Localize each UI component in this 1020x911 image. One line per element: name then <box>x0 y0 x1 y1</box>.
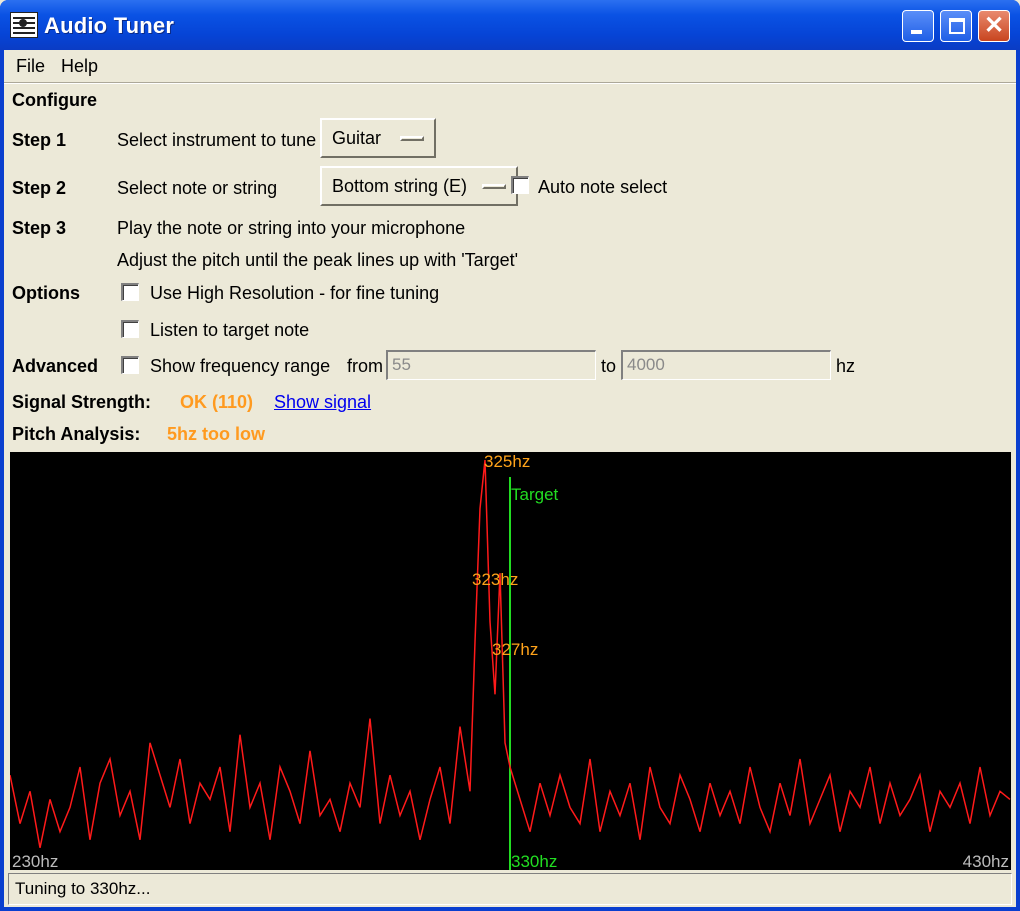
listen-checkbox[interactable] <box>121 320 139 338</box>
to-field[interactable]: 4000 <box>621 350 831 380</box>
status-bar: Tuning to 330hz... <box>8 873 1012 905</box>
maximize-icon <box>949 18 965 34</box>
auto-note-checkbox[interactable] <box>511 176 529 194</box>
signal-strength-label: Signal Strength: <box>12 392 151 412</box>
signal-strength-value: OK (110) <box>180 392 254 412</box>
minimize-button[interactable] <box>902 10 934 42</box>
peak-label-323: 323hz <box>472 570 518 589</box>
note-value: Bottom string (E) <box>332 176 468 196</box>
peak-label-325: 325hz <box>484 452 530 471</box>
from-label: from <box>347 356 383 376</box>
title-bar[interactable]: Audio Tuner ✕ <box>0 0 1020 50</box>
window-title: Audio Tuner <box>44 13 175 38</box>
music-note-icon <box>10 12 38 38</box>
client-area: File Help Configure Step 1 Select instru… <box>4 50 1016 907</box>
status-text: Tuning to 330hz... <box>15 879 151 898</box>
dropdown-bar-icon <box>400 136 424 141</box>
listen-label: Listen to target note <box>150 320 310 340</box>
instrument-value: Guitar <box>332 128 382 148</box>
step2-text: Select note or string <box>117 178 278 198</box>
frequency-graph: 325hz Target 323hz 327hz 230hz 330hz 430hz <box>10 452 1011 870</box>
high-res-label: Use High Resolution - for fine tuning <box>150 283 440 303</box>
show-signal-link[interactable]: Show signal <box>274 392 371 413</box>
app-window: Audio Tuner ✕ File Help Configure Step 1… <box>0 0 1020 911</box>
step1-text: Select instrument to tune <box>117 130 317 150</box>
x-max-label: 430hz <box>963 852 1009 870</box>
target-label: Target <box>511 485 559 504</box>
auto-note-label: Auto note select <box>538 177 668 197</box>
pitch-analysis-value: 5hz too low <box>167 424 265 444</box>
step1-label: Step 1 <box>12 130 67 150</box>
configure-heading: Configure <box>12 90 97 110</box>
advanced-label: Advanced <box>12 356 99 376</box>
step3-text-2: Adjust the pitch until the peak lines up… <box>117 250 519 270</box>
maximize-button[interactable] <box>940 10 972 42</box>
show-range-checkbox[interactable] <box>121 356 139 374</box>
minimize-icon <box>911 30 922 34</box>
dropdown-bar-icon <box>482 184 506 189</box>
menu-separator <box>4 82 1016 84</box>
menu-bar: File Help <box>4 50 1016 80</box>
step2-label: Step 2 <box>12 178 67 198</box>
show-range-label: Show frequency range <box>150 356 331 376</box>
frequency-graph-svg: 325hz Target 323hz 327hz 230hz 330hz 430hz <box>10 452 1011 870</box>
from-field[interactable]: 55 <box>386 350 596 380</box>
close-button[interactable]: ✕ <box>978 10 1010 42</box>
pitch-analysis-label: Pitch Analysis: <box>12 424 141 444</box>
menu-help[interactable]: Help <box>61 56 98 77</box>
step3-text-1: Play the note or string into your microp… <box>117 218 466 238</box>
high-res-checkbox[interactable] <box>121 283 139 301</box>
instrument-dropdown[interactable]: Guitar <box>320 118 436 158</box>
target-frequency-label: 330hz <box>511 852 557 870</box>
x-min-label: 230hz <box>12 852 58 870</box>
to-label: to <box>601 356 617 376</box>
peak-label-327: 327hz <box>492 640 538 659</box>
note-dropdown[interactable]: Bottom string (E) <box>320 166 518 206</box>
options-label: Options <box>12 283 80 303</box>
close-icon: ✕ <box>983 12 1005 39</box>
hz-unit-label: hz <box>836 356 856 376</box>
menu-file[interactable]: File <box>16 56 45 77</box>
step3-label: Step 3 <box>12 218 67 238</box>
